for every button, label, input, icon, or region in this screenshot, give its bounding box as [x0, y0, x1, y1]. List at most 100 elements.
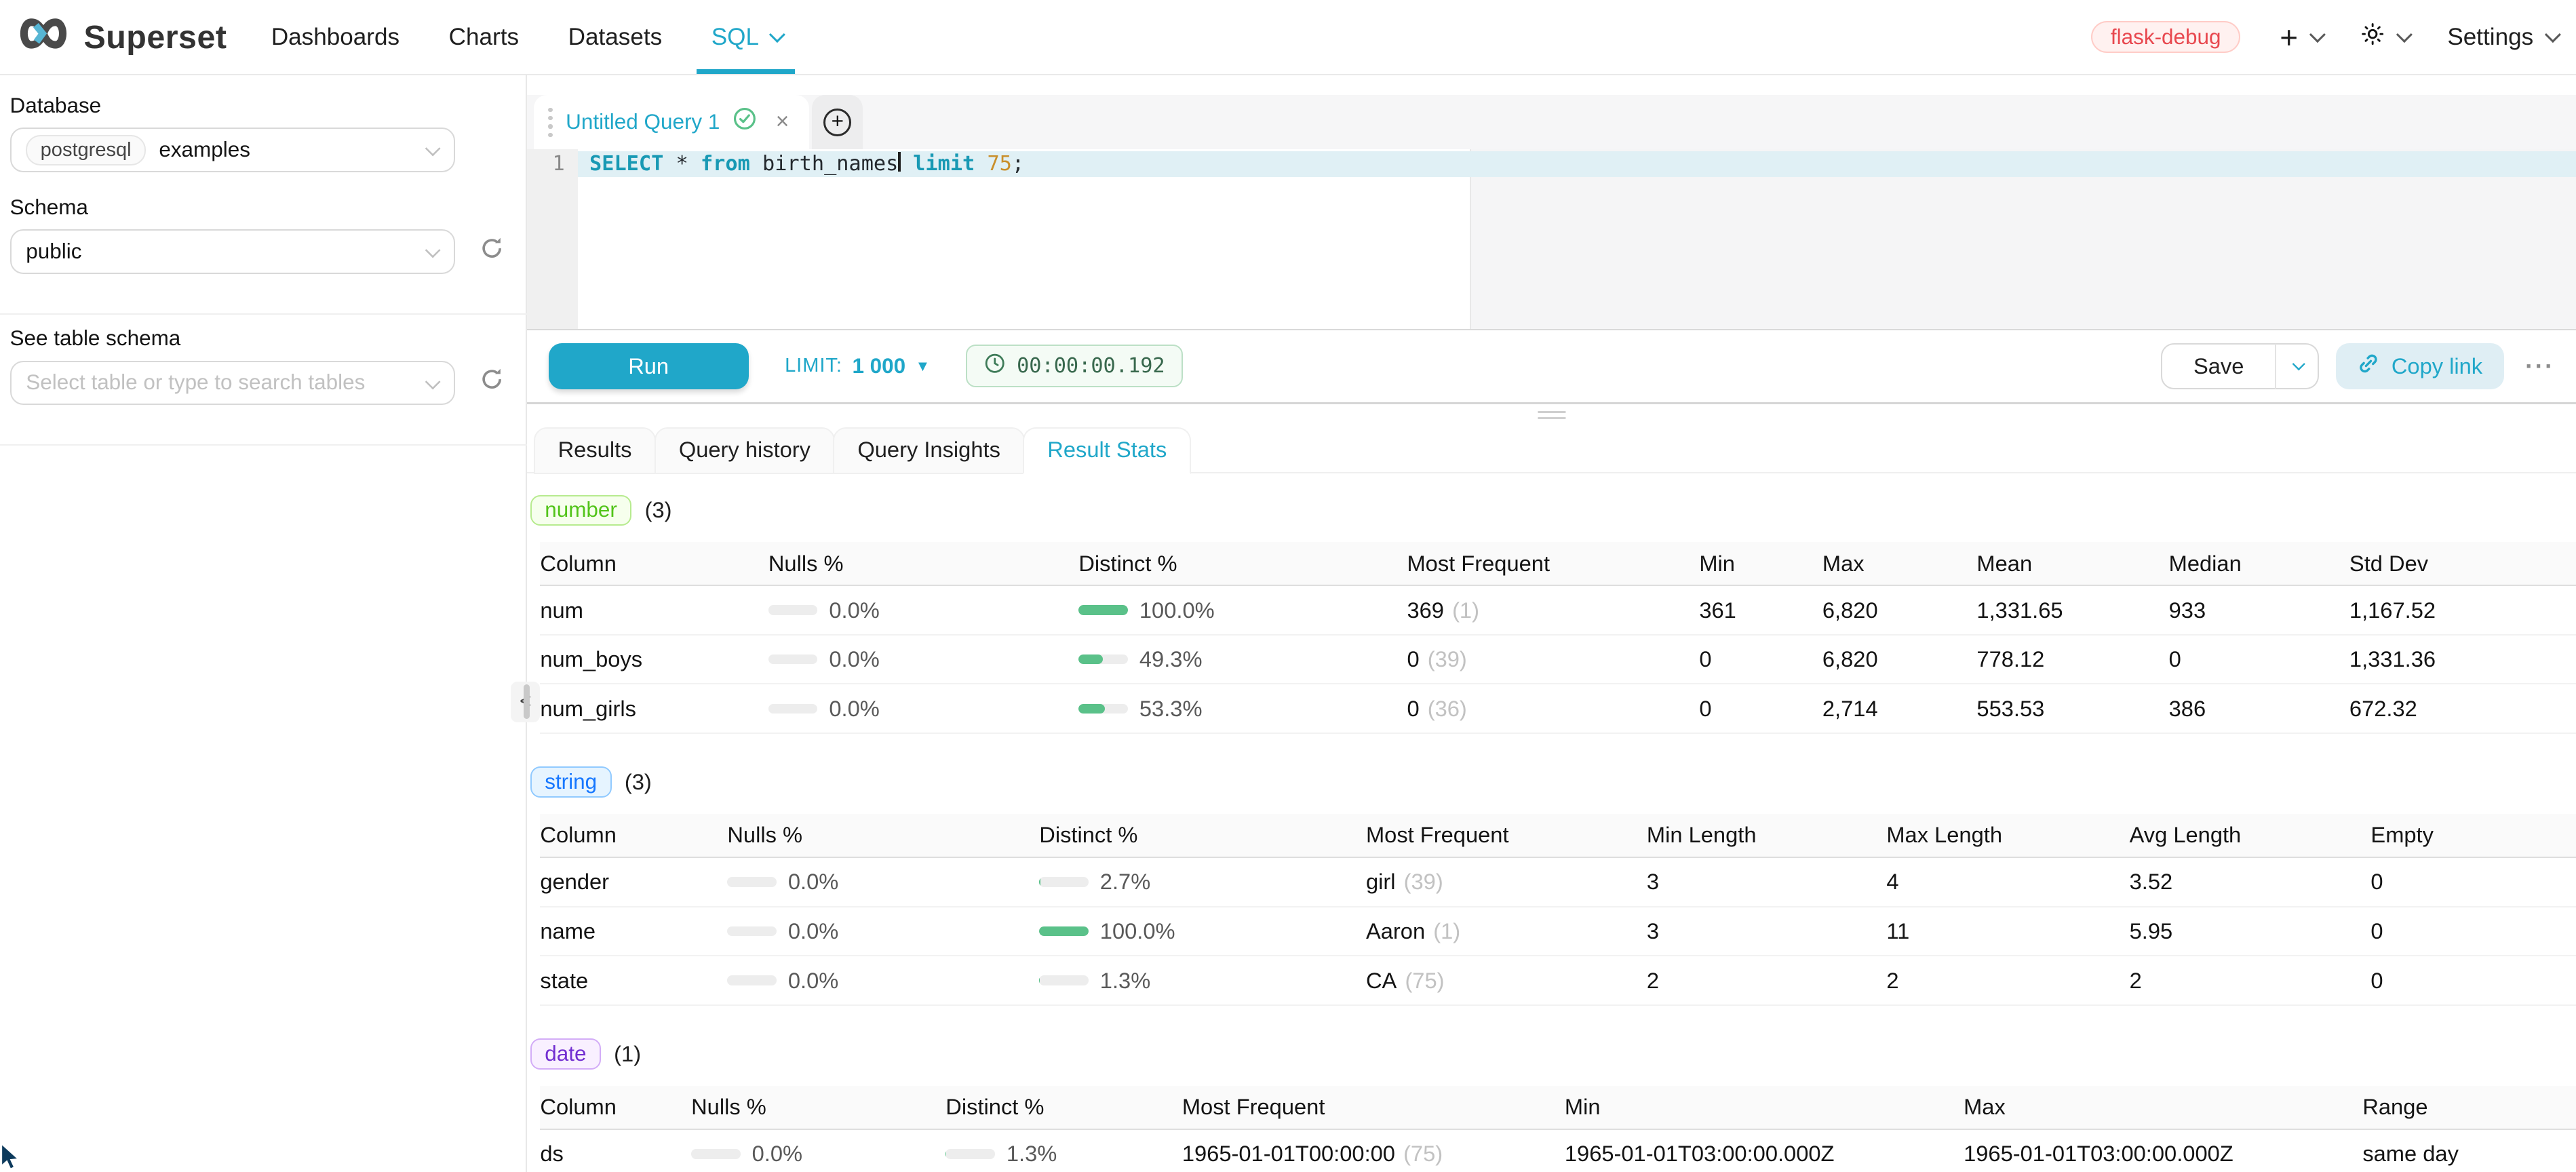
column-count: (1) — [614, 1041, 641, 1067]
results-tabbar: Results Query history Query Insights Res… — [527, 427, 2576, 473]
nav-item-datasets[interactable]: Datasets — [568, 0, 663, 74]
plus-circle-icon: + — [823, 109, 851, 136]
save-options-button[interactable] — [2275, 343, 2319, 389]
chevron-down-icon — [2545, 26, 2561, 43]
column-name: name — [540, 918, 727, 944]
navbar-right: flask-debug + — [2091, 21, 2556, 53]
table-row: name 0.0% 100.0% Aaron(1) 3 11 5.95 0 — [540, 907, 2576, 957]
nav-item-dashboards[interactable]: Dashboards — [271, 0, 399, 74]
tab-result-stats[interactable]: Result Stats — [1023, 427, 1191, 474]
check-circle-icon — [733, 107, 756, 137]
editor-toolbar: Run LIMIT: 1 000 ▼ 00:00:00.192 — [527, 330, 2576, 403]
column-header: Distinct % — [945, 1094, 1182, 1120]
nulls-bar — [768, 605, 818, 615]
limit-dropdown[interactable]: LIMIT: 1 000 ▼ — [785, 354, 930, 378]
database-label: Database — [10, 94, 526, 118]
column-header: Min — [1699, 551, 1822, 577]
distinct-bar — [1039, 975, 1089, 985]
nav-item-charts[interactable]: Charts — [449, 0, 519, 74]
column-header: Max — [1964, 1094, 2362, 1120]
nav-item-sql[interactable]: SQL — [711, 0, 781, 74]
sun-icon — [2360, 22, 2385, 53]
superset-brand[interactable]: Superset — [16, 16, 227, 58]
distinct-bar — [1078, 655, 1128, 665]
copy-link-label: Copy link — [2392, 353, 2482, 379]
database-select[interactable]: postgresql examples — [10, 128, 455, 172]
column-name: num_girls — [540, 696, 768, 722]
mouse-cursor — [0, 1144, 23, 1172]
distinct-bar — [945, 1149, 995, 1159]
refresh-schemas-icon[interactable] — [480, 236, 504, 267]
stats-section-date: date (1) Column Nulls % Distinct % Most … — [530, 1038, 2576, 1172]
save-split-button: Save — [2161, 343, 2319, 389]
scrollbar-thumb[interactable] — [524, 684, 529, 719]
table-select-placeholder: Select table or type to search tables — [26, 370, 365, 395]
tab-query-history[interactable]: Query history — [655, 427, 835, 474]
table-row: num_boys 0.0% 49.3% 0(39) 0 6,820 778.12… — [540, 636, 2576, 685]
resize-drag-handle[interactable] — [1538, 411, 1565, 423]
column-header: Most Frequent — [1366, 822, 1647, 848]
pane-divider — [527, 402, 2576, 404]
chevron-down-icon — [425, 243, 441, 258]
divider — [0, 313, 536, 315]
run-button[interactable]: Run — [549, 343, 749, 389]
copy-link-button[interactable]: Copy link — [2336, 343, 2504, 389]
new-menu[interactable]: + — [2280, 22, 2321, 53]
close-icon[interactable]: × — [776, 111, 789, 134]
table-header-row: Column Nulls % Distinct % Most Frequent … — [540, 542, 2576, 586]
chevron-down-icon — [2309, 26, 2326, 43]
refresh-tables-icon[interactable] — [480, 367, 504, 398]
nulls-bar — [727, 975, 777, 985]
divider — [0, 444, 536, 446]
query-tabstrip: Untitled Query 1 × + — [527, 95, 2576, 149]
nulls-bar — [768, 655, 818, 665]
distinct-bar — [1078, 704, 1128, 714]
body: Database postgresql examples Schema publ… — [0, 75, 2576, 1172]
brand-name: Superset — [83, 18, 227, 56]
table-row: num 0.0% 100.0% 369(1) 361 6,820 1,331.6… — [540, 586, 2576, 636]
save-button[interactable]: Save — [2161, 343, 2276, 389]
column-header: Nulls % — [691, 1094, 945, 1120]
tab-results[interactable]: Results — [534, 427, 657, 474]
add-query-tab-button[interactable]: + — [812, 95, 863, 149]
settings-label: Settings — [2447, 24, 2533, 51]
table-select[interactable]: Select table or type to search tables — [10, 361, 455, 405]
type-tag-number: number — [530, 495, 631, 526]
column-header: Avg Length — [2130, 822, 2371, 848]
tab-query-insights[interactable]: Query Insights — [833, 427, 1024, 474]
superset-sql-lab: Superset Dashboards Charts Datasets SQL … — [0, 0, 2576, 1172]
stats-section-number: number (3) Column Nulls % Distinct % Mos… — [530, 495, 2576, 735]
column-header: Most Frequent — [1182, 1094, 1565, 1120]
chevron-down-icon — [2292, 357, 2305, 370]
distinct-bar — [1039, 877, 1089, 887]
stats-section-string: string (3) Column Nulls % Distinct % Mos… — [530, 766, 2576, 1006]
string-stats-table: Column Nulls % Distinct % Most Frequent … — [540, 814, 2576, 1006]
theme-toggle[interactable] — [2360, 22, 2408, 53]
sql-statement: SELECT * from birth_names limit 75; — [589, 151, 1024, 178]
query-tab[interactable]: Untitled Query 1 × — [534, 95, 809, 149]
distinct-bar — [1078, 605, 1128, 615]
column-header: Distinct % — [1039, 822, 1366, 848]
type-tag-string: string — [530, 766, 612, 797]
type-tag-date: date — [530, 1038, 601, 1069]
table-header-row: Column Nulls % Distinct % Most Frequent … — [540, 1086, 2576, 1130]
column-name: state — [540, 968, 727, 994]
nulls-bar — [768, 704, 818, 714]
column-header: Nulls % — [768, 551, 1079, 577]
database-engine-tag: postgresql — [26, 135, 146, 165]
column-header: Max Length — [1886, 822, 2129, 848]
column-name: gender — [540, 869, 727, 895]
column-header: Median — [2169, 551, 2349, 577]
settings-menu[interactable]: Settings — [2447, 24, 2556, 51]
column-count: (3) — [625, 769, 652, 795]
number-stats-table: Column Nulls % Distinct % Most Frequent … — [540, 542, 2576, 734]
sql-code-editor[interactable]: 1 SELECT * from birth_names limit 75; — [527, 149, 2576, 330]
schema-select[interactable]: public — [10, 229, 455, 273]
column-header: Mean — [1976, 551, 2168, 577]
chevron-down-icon — [2396, 26, 2413, 43]
chevron-down-icon — [425, 374, 441, 389]
table-row: ds 0.0% 1.3% 1965-01-01T00:00:00(75) 196… — [540, 1130, 2576, 1172]
column-header: Min — [1565, 1094, 1964, 1120]
more-options-button[interactable]: ··· — [2525, 352, 2555, 380]
column-header: Most Frequent — [1407, 551, 1699, 577]
